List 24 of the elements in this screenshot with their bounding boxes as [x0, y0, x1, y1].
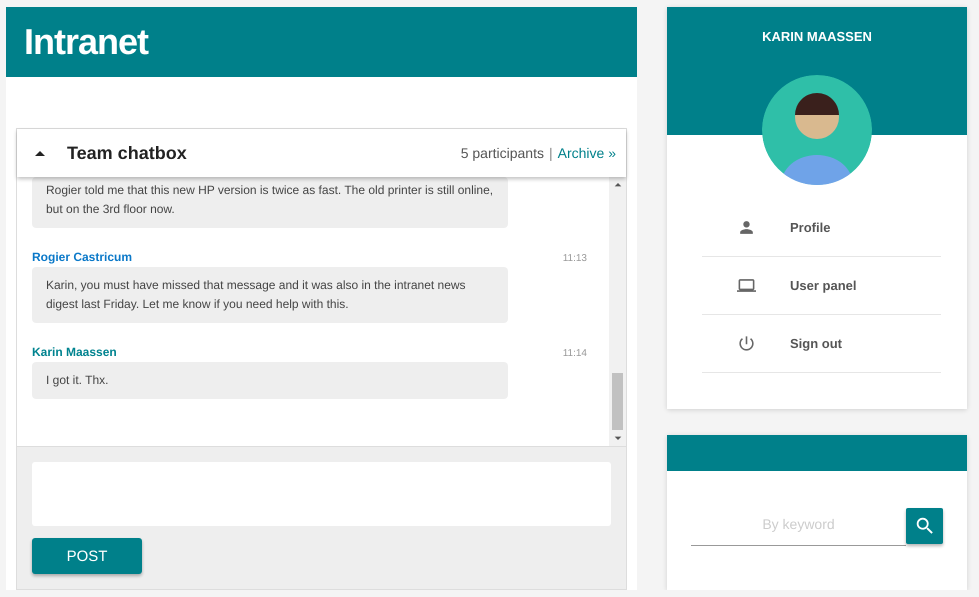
laptop-icon — [736, 276, 756, 295]
site-title: Intranet — [24, 21, 148, 63]
message-bubble: I got it. Thx. — [32, 362, 508, 399]
menu-item[interactable]: User panel — [702, 257, 941, 315]
separator: | — [549, 145, 553, 161]
menu-item[interactable]: Profile — [702, 199, 941, 257]
archive-link[interactable]: Archive » — [558, 145, 616, 161]
menu-item[interactable]: Sign out — [702, 315, 941, 373]
participant-count: 5 participants — [460, 145, 544, 161]
post-button[interactable]: POST — [32, 538, 142, 574]
message-time: 11:13 — [562, 253, 587, 264]
caret-up-icon — [35, 150, 45, 156]
message-bubble: Rogier told me that this new HP version is twice as fast. The old printer is still online, but on the 3rd floor now. — [32, 177, 508, 228]
search-button[interactable] — [906, 508, 943, 544]
power-icon — [736, 334, 756, 353]
message-author: Rogier Castricum — [32, 250, 132, 264]
user-name: KARIN MAASSEN — [762, 29, 872, 44]
scrollbar-thumb[interactable] — [612, 373, 623, 430]
scrollbar[interactable] — [609, 177, 626, 446]
chat-title: Team chatbox — [67, 142, 188, 164]
message-author: Karin Maassen — [32, 345, 117, 359]
message-bubble: Karin, you must have missed that message and it was also in the intranet news digest last Friday. Let me know if you need help with this. — [32, 267, 508, 323]
message-time: 11:14 — [562, 348, 587, 359]
avatar-icon — [762, 75, 872, 185]
